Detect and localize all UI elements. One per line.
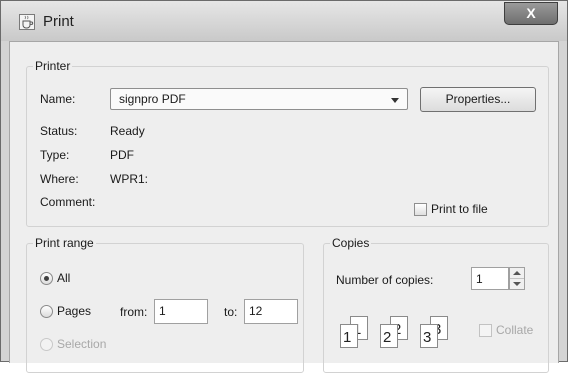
collate-page-front: 3 <box>420 324 438 348</box>
number-of-copies-input[interactable]: 1 <box>471 267 509 290</box>
pages-radio[interactable] <box>40 305 53 318</box>
collate-page-front: 1 <box>340 324 358 348</box>
status-value: Ready <box>110 124 145 138</box>
status-label: Status: <box>40 124 78 138</box>
to-page-input[interactable]: 12 <box>244 299 298 324</box>
number-of-copies-label: Number of copies: <box>336 273 434 287</box>
collate-page-front: 2 <box>380 324 398 348</box>
comment-label: Comment: <box>40 195 96 209</box>
selection-radio-label[interactable]: Selection <box>57 337 106 351</box>
to-label: to: <box>224 305 238 319</box>
type-label: Type: <box>40 148 70 162</box>
where-label: Where: <box>40 172 79 186</box>
where-value: WPR1: <box>110 172 149 186</box>
all-radio-label[interactable]: All <box>57 271 70 285</box>
print-to-file-checkbox[interactable] <box>414 203 427 216</box>
printer-name-value: signpro PDF <box>119 92 186 106</box>
title-bar[interactable]: Print X <box>1 1 567 41</box>
selection-radio[interactable] <box>40 338 53 351</box>
collate-preview-icon: 1 1 2 2 3 3 <box>338 312 468 352</box>
spinner-up-icon[interactable] <box>510 268 524 279</box>
collate-page-number: 3 <box>423 329 432 346</box>
from-page-input[interactable]: 1 <box>154 299 208 324</box>
copies-group-title: Copies <box>330 236 372 250</box>
properties-button[interactable]: Properties... <box>420 87 536 112</box>
collate-page-number: 2 <box>383 329 392 346</box>
name-label: Name: <box>40 92 76 106</box>
all-radio[interactable] <box>40 272 53 285</box>
print-to-file-label[interactable]: Print to file <box>431 202 488 216</box>
printer-group-title: Printer <box>33 59 73 73</box>
copies-spinner[interactable] <box>509 267 525 290</box>
collate-page-number: 1 <box>343 329 352 346</box>
pages-radio-label[interactable]: Pages <box>57 304 91 318</box>
copies-group: Copies <box>323 236 549 373</box>
close-button[interactable]: X <box>504 2 558 25</box>
from-label: from: <box>120 305 148 319</box>
dialog-content: Printer Name: signpro PDF Properties... … <box>9 41 559 373</box>
type-value: PDF <box>110 148 134 162</box>
collate-checkbox[interactable] <box>479 324 492 337</box>
printer-name-dropdown[interactable]: signpro PDF <box>110 88 408 110</box>
spinner-down-icon[interactable] <box>510 279 524 289</box>
collate-label[interactable]: Collate <box>496 323 533 337</box>
print-dialog: Print X Printer Name: signpro PDF Proper… <box>0 0 568 373</box>
chevron-down-icon <box>391 98 399 103</box>
print-range-group-title: Print range <box>33 236 96 250</box>
java-coffee-cup-icon <box>19 14 35 30</box>
window-title: Print <box>43 13 74 30</box>
